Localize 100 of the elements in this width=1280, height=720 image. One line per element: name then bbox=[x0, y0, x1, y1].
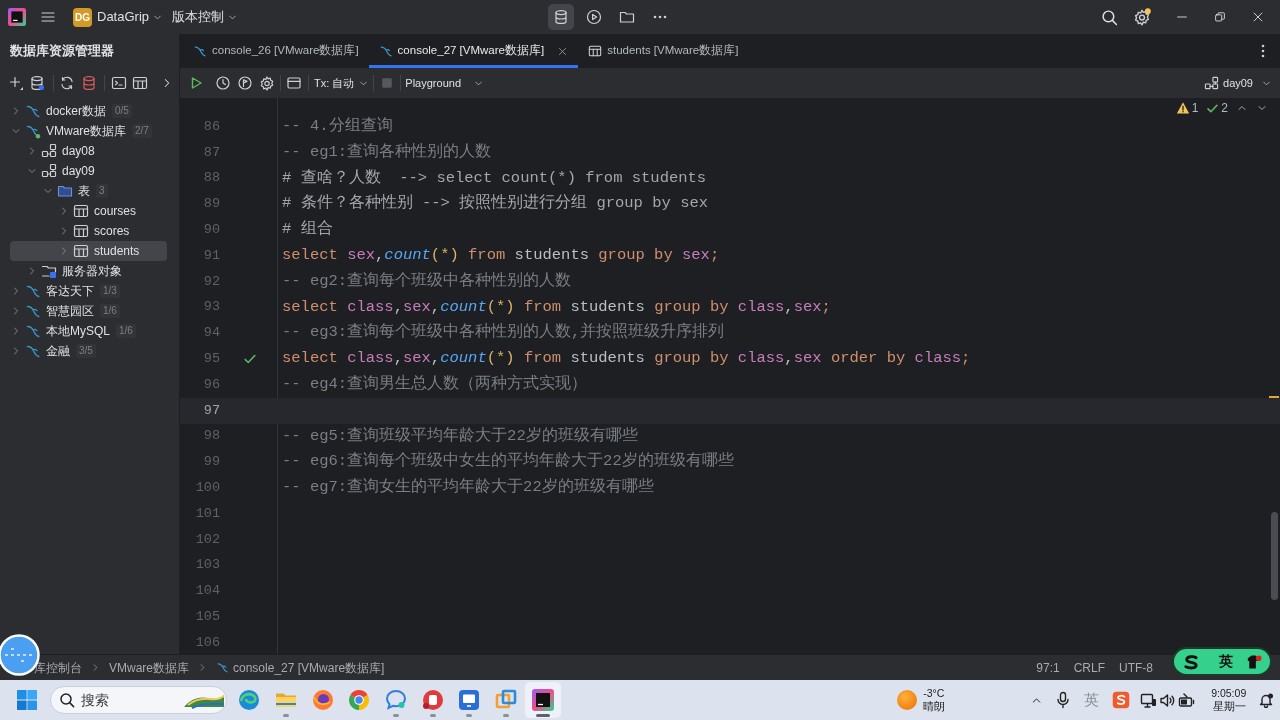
code-line: select class,sex,count(*) from students group by class,sex order by class; bbox=[282, 348, 971, 370]
code-line: -- eg1:查询各种性别的人数 bbox=[282, 141, 492, 163]
line-number: 95 bbox=[202, 349, 221, 368]
folder-icon bbox=[619, 9, 635, 25]
code-line: -- eg6:查询每个班级中女生的平均年龄大于22岁的班级有哪些 bbox=[282, 450, 734, 473]
microphone-icon bbox=[1055, 691, 1072, 709]
code-line: # 查啥？人数 --> select count(*) from students bbox=[282, 167, 707, 189]
tree-item[interactable]: docker数据 0/5 bbox=[10, 101, 167, 121]
tree-item[interactable]: day09 bbox=[10, 161, 167, 181]
line-number: 106 bbox=[194, 633, 221, 652]
line-separator[interactable]: CRLF bbox=[1073, 658, 1105, 677]
line-number: 92 bbox=[202, 272, 221, 291]
shirt-icon bbox=[1245, 652, 1262, 671]
table-icon bbox=[73, 203, 89, 219]
weather-condition[interactable]: 晴朗 bbox=[923, 700, 946, 713]
tree-item[interactable]: 智慧园区 1/6 bbox=[10, 301, 167, 321]
search-input[interactable]: 搜索 bbox=[81, 689, 167, 711]
linked-squares-icon bbox=[41, 143, 57, 159]
swirl-app-icon bbox=[237, 688, 262, 712]
tree-item[interactable]: students bbox=[10, 241, 167, 261]
monitor-app-icon bbox=[457, 688, 482, 712]
code-line: -- eg7:查询女生的平均年龄大于22岁的班级有哪些 bbox=[282, 476, 654, 499]
close-icon[interactable] bbox=[557, 45, 569, 57]
warning-stripe-mark bbox=[1269, 396, 1279, 398]
ime-toolbar[interactable]: 英 bbox=[1172, 647, 1272, 676]
restore-icon bbox=[1213, 10, 1227, 24]
scrollbar-thumb[interactable] bbox=[1271, 512, 1278, 600]
volume-icon bbox=[1158, 691, 1176, 709]
line-number: 87 bbox=[202, 143, 221, 162]
warnings-indicator[interactable]: 1 bbox=[1173, 99, 1201, 117]
database-tool-button[interactable] bbox=[548, 4, 574, 30]
file-encoding[interactable]: UTF-8 bbox=[1119, 658, 1153, 677]
table-icon bbox=[73, 243, 89, 259]
tree-item[interactable]: 客达天下 1/3 bbox=[10, 281, 167, 301]
clock-weekday[interactable]: 星期一 bbox=[1213, 700, 1247, 713]
database-icon bbox=[80, 75, 97, 91]
tree-item[interactable]: VMware数据库 2/7 bbox=[10, 121, 167, 141]
flag-circle-icon bbox=[237, 75, 253, 91]
app-logo-icon bbox=[8, 8, 26, 26]
folder-database-icon bbox=[41, 263, 57, 279]
swoosh-logo-icon bbox=[1112, 691, 1131, 709]
code-line: -- eg3:查询每个班级中各种性别的人数,并按照班级升序排列 bbox=[282, 321, 725, 344]
dolphin-icon bbox=[193, 44, 207, 58]
tree-item[interactable]: scores bbox=[10, 221, 167, 241]
count-badge: 1/3 bbox=[100, 284, 120, 298]
database-icon bbox=[553, 9, 569, 25]
tree-item[interactable]: 服务器对象 bbox=[10, 261, 167, 281]
schema-dropdown[interactable]: day09 bbox=[1202, 72, 1274, 94]
dolphin-icon bbox=[216, 661, 229, 674]
ide-app-icon bbox=[530, 688, 555, 712]
tree-item[interactable]: day08 bbox=[10, 141, 167, 161]
editor-tab[interactable]: console_26 [VMware数据库] bbox=[183, 34, 369, 68]
settings-icon bbox=[1133, 8, 1151, 26]
breadcrumb-item[interactable]: console_27 [VMware数据库] bbox=[216, 658, 385, 677]
breadcrumb-item[interactable]: VMware数据库 bbox=[109, 658, 189, 677]
chat-bubble-icon bbox=[384, 688, 409, 712]
line-number: 105 bbox=[194, 607, 221, 626]
table-icon bbox=[588, 44, 603, 58]
project-menu[interactable]: DG DataGrip bbox=[71, 4, 166, 30]
ime-mode-label[interactable]: 英 bbox=[1219, 651, 1233, 672]
temperature-text[interactable]: -3°C bbox=[923, 687, 946, 700]
database-icon bbox=[28, 75, 45, 91]
mode-dropdown[interactable]: Playground bbox=[403, 72, 486, 94]
folder-icon bbox=[57, 183, 73, 199]
line-number: 86 bbox=[202, 117, 221, 136]
swoosh-logo-icon bbox=[1182, 653, 1199, 670]
console-icon bbox=[110, 75, 127, 91]
slides-app-icon bbox=[420, 688, 445, 712]
count-badge: 3 bbox=[96, 184, 108, 198]
count-badge: 1/6 bbox=[100, 304, 120, 318]
fox-app-icon bbox=[310, 688, 335, 712]
vcs-menu[interactable]: 版本控制 bbox=[170, 4, 241, 30]
clock-time[interactable]: 9:05:09 bbox=[1211, 687, 1247, 700]
warning-icon bbox=[1175, 101, 1190, 115]
ring-app-icon bbox=[347, 688, 372, 712]
line-number: 101 bbox=[194, 504, 221, 523]
more-vertical-icon bbox=[1261, 44, 1265, 58]
taskbar-button[interactable] bbox=[524, 682, 562, 718]
line-number: 103 bbox=[194, 556, 221, 575]
search-field[interactable]: 搜索 bbox=[50, 686, 227, 714]
tree-item[interactable]: 表 3 bbox=[10, 181, 167, 201]
panel-title: 数据库资源管理器 bbox=[10, 42, 114, 61]
windows-logo-icon bbox=[16, 689, 38, 711]
passed-indicator[interactable]: 2 bbox=[1204, 99, 1230, 117]
line-number: 91 bbox=[202, 246, 221, 265]
line-number: 102 bbox=[194, 530, 221, 549]
tree-item[interactable]: 本地MySQL 1/6 bbox=[10, 321, 167, 341]
sun-icon[interactable] bbox=[897, 690, 918, 710]
line-number: 94 bbox=[202, 324, 221, 343]
count-badge: 0/5 bbox=[112, 104, 132, 118]
battery-icon bbox=[1177, 691, 1195, 709]
breadcrumb-item[interactable]: 库控制台 bbox=[34, 658, 82, 677]
editor-tab[interactable]: students [VMware数据库] bbox=[578, 34, 749, 68]
tree-item[interactable]: courses bbox=[10, 201, 167, 221]
caret-position[interactable]: 97:1 bbox=[1036, 658, 1060, 677]
settings-icon bbox=[259, 75, 275, 91]
tree-item[interactable]: 金融 3/5 bbox=[10, 341, 167, 361]
transaction-mode-dropdown[interactable]: Tx: 自动 bbox=[312, 72, 372, 94]
plus-icon bbox=[7, 75, 24, 91]
dolphin-icon bbox=[378, 44, 393, 58]
